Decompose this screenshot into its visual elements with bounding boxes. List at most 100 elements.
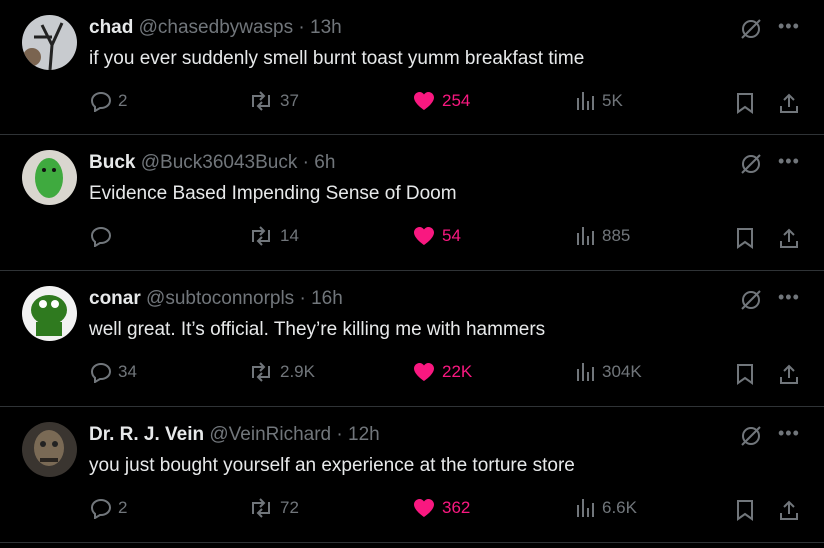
reply-button[interactable]: 2 — [90, 497, 127, 519]
timeline-feed: chad @chasedbywasps · 13h if you ever su… — [0, 0, 824, 543]
tweet[interactable]: Buck @Buck36043Buck · 6h Evidence Based … — [0, 135, 824, 271]
view-count: 304K — [602, 362, 642, 381]
reply-icon — [90, 498, 112, 519]
heart-icon — [414, 92, 434, 110]
reply-count: 2 — [118, 498, 128, 517]
heart-icon — [414, 227, 434, 245]
views-chart-icon — [577, 499, 594, 517]
share-icon[interactable] — [778, 363, 800, 390]
action-bar: 14 54 885 — [0, 225, 824, 251]
repost-count: 37 — [280, 91, 299, 110]
tweet-text: Evidence Based Impending Sense of Doom — [89, 183, 457, 204]
action-bar: 2 72 362 6.6K — [0, 497, 824, 523]
user-handle[interactable]: @chasedbywasps — [139, 17, 293, 38]
bookmark-icon[interactable] — [736, 499, 754, 526]
repost-icon — [252, 498, 270, 518]
reply-count: 34 — [118, 362, 137, 381]
more-icon[interactable]: ••• — [778, 424, 800, 446]
separator-dot: · — [298, 17, 305, 38]
tweet-header: chad @chasedbywasps · 13h — [89, 16, 342, 40]
more-icon[interactable]: ••• — [778, 17, 800, 39]
more-icon[interactable]: ••• — [778, 152, 800, 174]
tweet-text: if you ever suddenly smell burnt toast y… — [89, 48, 585, 69]
tweet[interactable]: Dr. R. J. Vein @VeinRichard · 12h you ju… — [0, 407, 824, 543]
tweet-text: well great. It’s official. They’re killi… — [89, 319, 546, 340]
share-icon[interactable] — [778, 92, 800, 119]
like-button[interactable]: 54 — [412, 225, 461, 247]
avatar[interactable] — [22, 422, 77, 477]
views-button[interactable]: 304K — [576, 361, 642, 383]
views-chart-icon — [577, 92, 594, 110]
action-bar: 34 2.9K 22K 304K — [0, 361, 824, 387]
timestamp[interactable]: 12h — [348, 424, 380, 445]
repost-count: 72 — [280, 498, 299, 517]
share-icon[interactable] — [778, 499, 800, 526]
views-button[interactable]: 885 — [576, 225, 630, 247]
reply-button[interactable]: 2 — [90, 90, 127, 112]
user-handle[interactable]: @VeinRichard — [209, 424, 331, 445]
display-name[interactable]: Buck — [89, 152, 135, 173]
separator-dot: · — [336, 424, 343, 445]
repost-icon — [252, 91, 270, 111]
view-count: 5K — [602, 91, 623, 110]
repost-icon — [252, 362, 270, 382]
repost-count: 2.9K — [280, 362, 315, 381]
tweet-header: conar @subtoconnorpls · 16h — [89, 287, 343, 311]
tweet[interactable]: chad @chasedbywasps · 13h if you ever su… — [0, 0, 824, 135]
reply-icon — [90, 226, 112, 247]
heart-icon — [414, 363, 434, 381]
timestamp[interactable]: 13h — [310, 17, 342, 38]
views-chart-icon — [577, 227, 594, 245]
display-name[interactable]: chad — [89, 17, 133, 38]
like-button[interactable]: 22K — [412, 361, 472, 383]
tweet-header: Dr. R. J. Vein @VeinRichard · 12h — [89, 423, 380, 447]
repost-button[interactable]: 37 — [248, 90, 299, 112]
avatar[interactable] — [22, 15, 77, 70]
bookmark-icon[interactable] — [736, 227, 754, 254]
view-count: 885 — [602, 226, 631, 245]
repost-button[interactable]: 72 — [248, 497, 299, 519]
grok-icon[interactable] — [740, 18, 762, 40]
grok-icon[interactable] — [740, 289, 762, 311]
display-name[interactable]: Dr. R. J. Vein — [89, 424, 204, 445]
user-handle[interactable]: @Buck36043Buck — [141, 152, 298, 173]
tweet-text: you just bought yourself an experience a… — [89, 455, 575, 476]
repost-count: 14 — [280, 226, 299, 245]
timestamp[interactable]: 16h — [311, 288, 343, 309]
separator-dot: · — [299, 288, 306, 309]
like-count: 54 — [442, 226, 461, 245]
reply-icon — [90, 362, 112, 383]
share-icon[interactable] — [778, 227, 800, 254]
reply-count: 2 — [118, 91, 128, 110]
avatar[interactable] — [22, 150, 77, 205]
repost-button[interactable]: 2.9K — [248, 361, 315, 383]
reply-button[interactable]: 34 — [90, 361, 137, 383]
repost-icon — [252, 226, 270, 246]
repost-button[interactable]: 14 — [248, 225, 299, 247]
grok-icon[interactable] — [740, 153, 762, 175]
reply-icon — [90, 91, 112, 112]
view-count: 6.6K — [602, 498, 637, 517]
views-chart-icon — [577, 363, 594, 381]
like-count: 362 — [442, 498, 471, 517]
separator-dot: · — [302, 152, 309, 173]
like-button[interactable]: 254 — [412, 90, 470, 112]
like-count: 254 — [442, 91, 471, 110]
user-handle[interactable]: @subtoconnorpls — [146, 288, 294, 309]
timestamp[interactable]: 6h — [314, 152, 335, 173]
grok-icon[interactable] — [740, 425, 762, 447]
like-button[interactable]: 362 — [412, 497, 470, 519]
tweet[interactable]: conar @subtoconnorpls · 16h well great. … — [0, 271, 824, 407]
display-name[interactable]: conar — [89, 288, 141, 309]
tweet-header: Buck @Buck36043Buck · 6h — [89, 151, 335, 175]
bookmark-icon[interactable] — [736, 363, 754, 390]
reply-button[interactable] — [90, 225, 118, 247]
views-button[interactable]: 5K — [576, 90, 623, 112]
avatar[interactable] — [22, 286, 77, 341]
bookmark-icon[interactable] — [736, 92, 754, 119]
heart-icon — [414, 499, 434, 517]
views-button[interactable]: 6.6K — [576, 497, 637, 519]
more-icon[interactable]: ••• — [778, 288, 800, 310]
like-count: 22K — [442, 362, 473, 381]
action-bar: 2 37 254 5K — [0, 90, 824, 116]
